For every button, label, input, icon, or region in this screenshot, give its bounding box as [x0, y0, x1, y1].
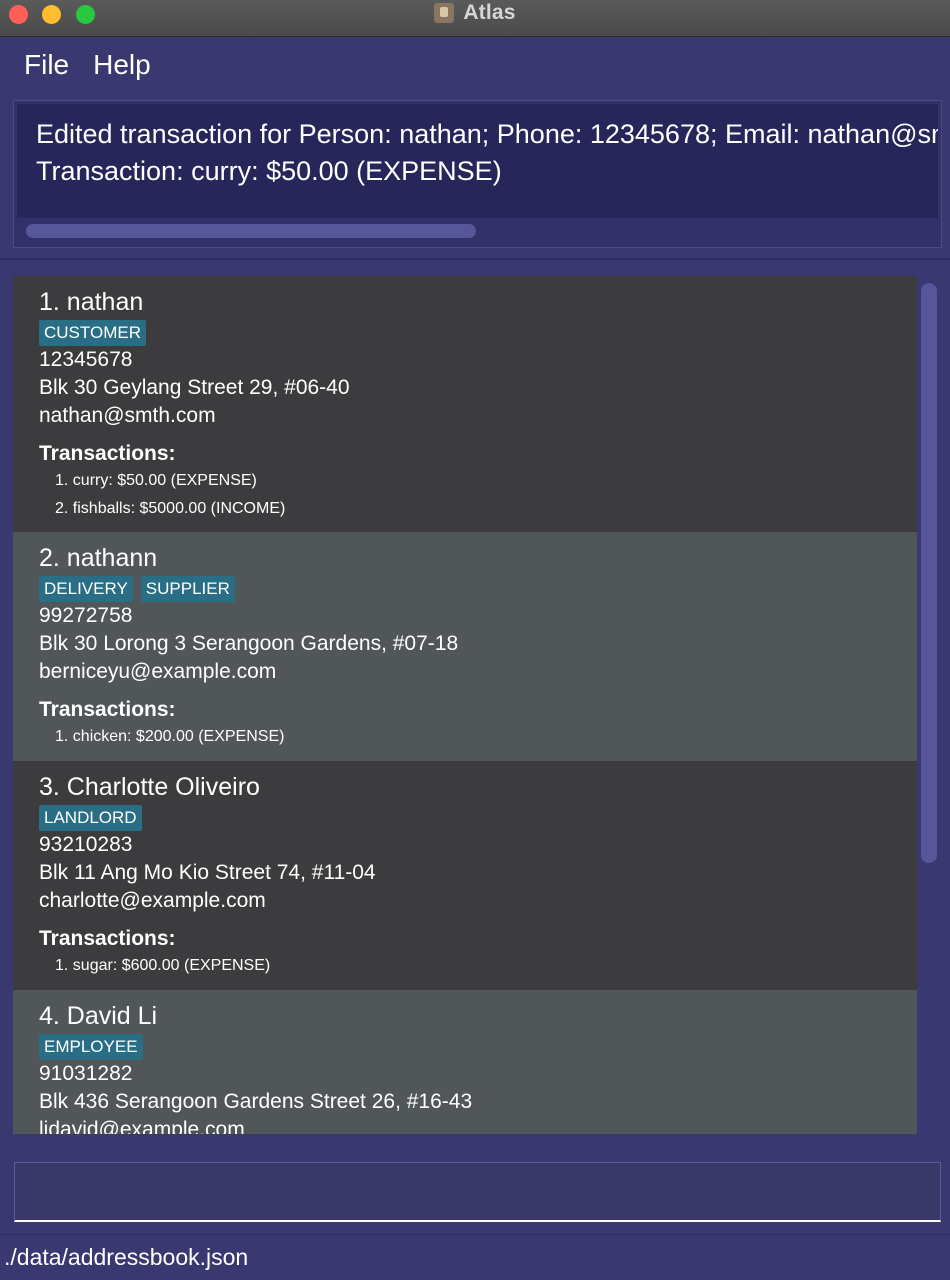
person-address: Blk 30 Lorong 3 Serangoon Gardens, #07-1…	[39, 632, 459, 655]
result-line-1: Edited transaction for Person: nathan; P…	[36, 119, 938, 149]
result-line-2: Transaction: curry: $50.00 (EXPENSE)	[36, 156, 502, 186]
person-email: charlotte@example.com	[39, 889, 266, 912]
contacts-book-icon	[434, 3, 455, 23]
tag-list: DELIVERY SUPPLIER	[39, 576, 891, 602]
person-address: Blk 11 Ang Mo Kio Street 74, #11-04	[39, 861, 376, 884]
menu-help[interactable]: Help	[93, 49, 151, 81]
tag-badge: SUPPLIER	[140, 576, 235, 602]
person-address: Blk 30 Geylang Street 29, #06-40	[39, 376, 350, 399]
person-name: 1. nathan	[39, 288, 144, 316]
person-list[interactable]: 1. nathan CUSTOMER 12345678 Blk 30 Geyla…	[13, 276, 917, 1134]
tag-list: CUSTOMER	[39, 320, 891, 346]
person-address: Blk 436 Serangoon Gardens Street 26, #16…	[39, 1090, 473, 1113]
person-card[interactable]: 4. David Li EMPLOYEE 91031282 Blk 436 Se…	[13, 990, 917, 1134]
tag-badge: EMPLOYEE	[39, 1034, 143, 1060]
command-box	[0, 1150, 950, 1230]
person-phone: 91031282	[39, 1062, 133, 1085]
horizontal-scrollbar[interactable]	[26, 224, 476, 238]
person-card[interactable]: 1. nathan CUSTOMER 12345678 Blk 30 Geyla…	[13, 276, 917, 532]
result-text-area[interactable]: Edited transaction for Person: nathan; P…	[17, 104, 938, 218]
person-email: berniceyu@example.com	[39, 660, 277, 683]
command-input[interactable]	[14, 1162, 941, 1222]
person-name: 2. nathann	[39, 544, 158, 572]
person-phone: 93210283	[39, 833, 133, 856]
person-card[interactable]: 3. Charlotte Oliveiro LANDLORD 93210283 …	[13, 761, 917, 990]
tag-list: LANDLORD	[39, 805, 891, 831]
menu-bar: File Help	[0, 38, 950, 91]
person-email: nathan@smth.com	[39, 404, 216, 427]
transaction-item: 1. sugar: $600.00 (EXPENSE)	[55, 957, 271, 974]
tag-badge: DELIVERY	[39, 576, 133, 602]
transaction-item: 1. curry: $50.00 (EXPENSE)	[55, 472, 257, 489]
status-bar: ./data/addressbook.json	[0, 1234, 950, 1280]
person-phone: 12345678	[39, 348, 133, 371]
save-location: ./data/addressbook.json	[4, 1244, 249, 1270]
person-name: 4. David Li	[39, 1002, 158, 1030]
tag-badge: LANDLORD	[39, 805, 142, 831]
transaction-item: 1. chicken: $200.00 (EXPENSE)	[55, 728, 285, 745]
person-name: 3. Charlotte Oliveiro	[39, 773, 260, 801]
tag-list: EMPLOYEE	[39, 1034, 891, 1060]
divider	[0, 258, 950, 260]
person-email: lidavid@example.com	[39, 1118, 245, 1134]
window-title: Atlas	[463, 1, 516, 24]
menu-file[interactable]: File	[24, 49, 69, 81]
tag-badge: CUSTOMER	[39, 320, 146, 346]
transaction-item: 2. fishballs: $5000.00 (INCOME)	[55, 500, 286, 517]
transactions-heading: Transactions:	[39, 927, 176, 950]
transactions-heading: Transactions:	[39, 442, 176, 465]
vertical-scrollbar[interactable]	[921, 283, 937, 863]
person-card[interactable]: 2. nathann DELIVERY SUPPLIER 99272758 Bl…	[13, 532, 917, 761]
person-phone: 99272758	[39, 604, 133, 627]
transactions-heading: Transactions:	[39, 698, 176, 721]
result-display: Edited transaction for Person: nathan; P…	[13, 100, 942, 248]
title-bar: Atlas	[0, 0, 950, 37]
